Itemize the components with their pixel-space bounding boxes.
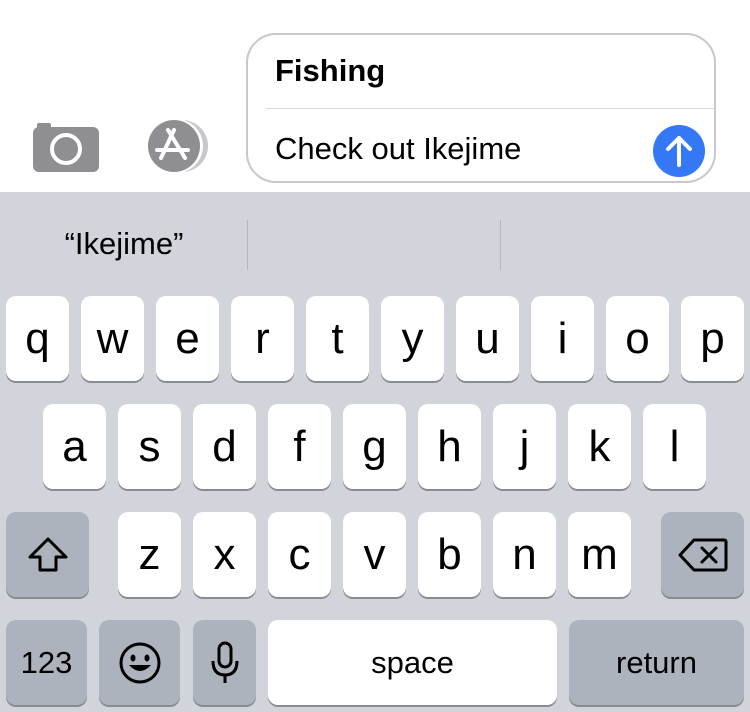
key-u[interactable]: u (456, 296, 519, 381)
key-j[interactable]: j (493, 404, 556, 489)
message-text[interactable]: Check out Ikejime (275, 131, 521, 167)
key-s[interactable]: s (118, 404, 181, 489)
key-z[interactable]: z (118, 512, 181, 597)
key-label: u (475, 313, 500, 363)
key-p[interactable]: p (681, 296, 744, 381)
key-label: t (331, 313, 344, 363)
camera-icon (33, 123, 99, 172)
dictation-key[interactable] (193, 620, 256, 705)
delete-key[interactable] (661, 512, 744, 597)
key-q[interactable]: q (6, 296, 69, 381)
key-label: h (437, 421, 462, 471)
key-i[interactable]: i (531, 296, 594, 381)
keyboard: “Ikejime” q w e r t y u i o p a s d f g … (0, 192, 750, 712)
key-label: space (371, 644, 454, 680)
key-label: d (212, 421, 237, 471)
send-button[interactable] (653, 125, 705, 177)
key-h[interactable]: h (418, 404, 481, 489)
key-m[interactable]: m (568, 512, 631, 597)
key-label: e (175, 313, 200, 363)
message-compose-area: Fishing Check out Ikejime (0, 0, 750, 192)
key-b[interactable]: b (418, 512, 481, 597)
key-label: m (581, 529, 618, 579)
key-label: 123 (20, 644, 73, 680)
key-label: z (138, 529, 161, 579)
prediction-2[interactable] (250, 192, 498, 296)
key-d[interactable]: d (193, 404, 256, 489)
key-k[interactable]: k (568, 404, 631, 489)
key-label: a (62, 421, 87, 471)
key-label: k (588, 421, 611, 471)
key-n[interactable]: n (493, 512, 556, 597)
key-c[interactable]: c (268, 512, 331, 597)
key-label: l (669, 421, 680, 471)
emoji-key[interactable] (99, 620, 180, 705)
prediction-separator (500, 220, 501, 270)
key-label: j (519, 421, 530, 471)
key-r[interactable]: r (231, 296, 294, 381)
key-l[interactable]: l (643, 404, 706, 489)
message-input[interactable]: Fishing Check out Ikejime (246, 33, 716, 183)
key-label: p (700, 313, 725, 363)
key-label: return (616, 644, 697, 680)
app-store-icon (148, 119, 208, 173)
key-t[interactable]: t (306, 296, 369, 381)
key-label: r (255, 313, 270, 363)
key-label: o (625, 313, 650, 363)
delete-icon (678, 538, 727, 571)
send-arrow-icon (666, 136, 692, 167)
key-g[interactable]: g (343, 404, 406, 489)
return-key[interactable]: return (569, 620, 744, 705)
key-label: c (288, 529, 311, 579)
shift-key[interactable] (6, 512, 89, 597)
key-e[interactable]: e (156, 296, 219, 381)
shift-icon (28, 537, 67, 571)
predictive-bar: “Ikejime” (0, 192, 750, 296)
prediction-separator (247, 220, 248, 270)
key-label: s (138, 421, 161, 471)
emoji-icon (119, 642, 160, 683)
key-label: g (362, 421, 387, 471)
key-label: n (512, 529, 537, 579)
key-o[interactable]: o (606, 296, 669, 381)
key-f[interactable]: f (268, 404, 331, 489)
prediction-3[interactable] (502, 192, 750, 296)
key-v[interactable]: v (343, 512, 406, 597)
key-label: x (213, 529, 236, 579)
key-a[interactable]: a (43, 404, 106, 489)
key-label: i (557, 313, 568, 363)
key-w[interactable]: w (81, 296, 144, 381)
key-label: b (437, 529, 462, 579)
key-y[interactable]: y (381, 296, 444, 381)
key-label: q (25, 313, 50, 363)
key-label: w (96, 313, 129, 363)
app-store-button[interactable] (140, 118, 212, 174)
microphone-icon (211, 641, 238, 683)
subject-field[interactable]: Fishing (275, 53, 385, 89)
key-label: y (401, 313, 424, 363)
key-label: v (363, 529, 386, 579)
space-key[interactable]: space (268, 620, 557, 705)
numbers-key[interactable]: 123 (6, 620, 87, 705)
key-x[interactable]: x (193, 512, 256, 597)
prediction-1[interactable]: “Ikejime” (0, 192, 248, 296)
key-label: f (293, 421, 306, 471)
camera-button[interactable] (33, 120, 99, 172)
subject-divider (266, 108, 714, 109)
